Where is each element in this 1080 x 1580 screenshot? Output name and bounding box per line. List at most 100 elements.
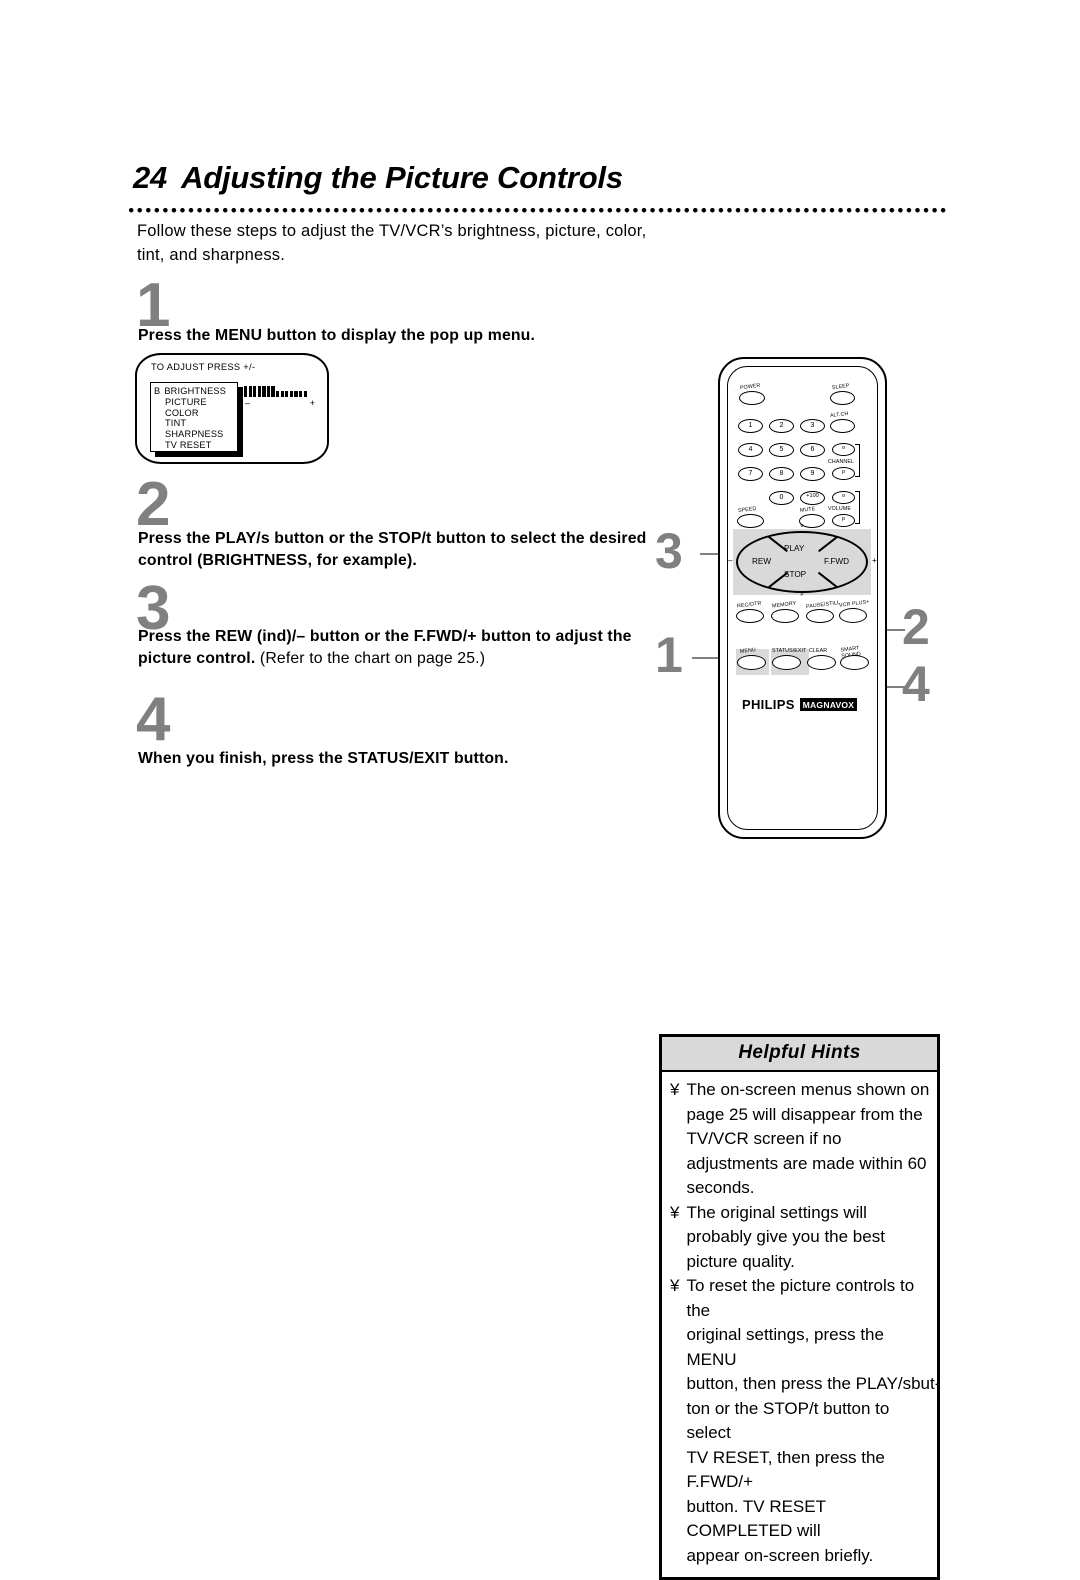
key-3-label: 3 (810, 422, 815, 429)
page-number: 24 (133, 160, 168, 195)
page-title: 24 Adjusting the Picture Controls (133, 160, 953, 196)
step-text-3-note: (Refer to the chart on page 25.) (259, 650, 486, 667)
osd-menu: B BRIGHTNESS PICTURE COLOR TINT SHARPNESS… (150, 382, 238, 452)
vcr-plus-button[interactable] (839, 608, 867, 623)
nav-up-label: o (800, 523, 804, 529)
key-0-label: 0 (779, 494, 784, 501)
key-1-label: 1 (748, 422, 753, 429)
channel-bracket-top (855, 444, 860, 446)
gauge-bar-filled (253, 386, 257, 397)
nav-ffwd-label[interactable]: F.FWD (824, 557, 849, 566)
callout-4: 4 (902, 656, 930, 712)
pause-still-button[interactable] (806, 609, 834, 623)
key-6-label: 6 (810, 446, 815, 453)
gauge-bar-filled (248, 386, 252, 397)
gauge-bar-filled (262, 386, 266, 397)
step-text-1: Press the MENU button to display the pop… (138, 327, 536, 344)
memory-button[interactable] (771, 609, 799, 623)
gauge-bar-empty (298, 391, 303, 397)
gauge-bar-filled (244, 386, 248, 397)
hint3-line-7: button. TV RESET COMPLETED will (686, 1496, 826, 1541)
step-text-2: Press the PLAY/s button or the STOP/t bu… (138, 530, 647, 569)
tv-screen-illustration: TO ADJUST PRESS +/- B BRIGHTNESS PICTURE … (135, 353, 329, 464)
hint-text-1: The on-screen menus shown on page 25 wil… (686, 1080, 930, 1197)
hint3-line-6: TV RESET, then press the F.FWD/+ (686, 1447, 885, 1492)
intro-paragraph: Follow these steps to adjust the TV/VCR’… (137, 222, 647, 264)
channel-bracket (859, 444, 861, 477)
key-4-label: 4 (748, 446, 753, 453)
key-plus-100-label: +100 (806, 493, 819, 499)
gauge-bar-empty (280, 391, 284, 397)
gauge-bar-empty (285, 391, 289, 397)
callout-1: 1 (655, 627, 683, 683)
title-divider (128, 207, 946, 214)
clear-button[interactable] (807, 655, 836, 670)
smart-sound-button[interactable] (840, 655, 869, 670)
gauge-bar-filled (257, 386, 261, 397)
hint3-line-3: button, then press the PLAY/s (686, 1374, 912, 1393)
power-button[interactable] (739, 391, 765, 405)
gauge-bar-empty (289, 391, 293, 397)
alt-ch-button[interactable] (830, 419, 855, 433)
osd-item-picture: PICTURE (165, 396, 207, 407)
osd-gauge-ends: – + (244, 398, 316, 408)
hint-bullet-icon: ¥ (670, 1202, 680, 1222)
gauge-bar-empty (294, 391, 298, 397)
hint-text-2: The original settings will probably give… (686, 1202, 885, 1271)
nav-rew-label[interactable]: REW (752, 557, 771, 566)
hint-bullet-icon: ¥ (670, 1080, 680, 1099)
label-status-exit: STATUS/EXIT (772, 647, 807, 655)
nav-cluster: PLAY STOP REW F.FWD (736, 531, 868, 593)
step-text-3: Press the REW (ind)/– button or the F.FW… (138, 626, 658, 670)
osd-gauge-plus: + (309, 398, 315, 408)
label-volume: VOLUME (828, 505, 851, 513)
step-text-4: When you finish, press the STATUS/EXIT b… (138, 750, 509, 767)
helpful-hints-title: Helpful Hints (662, 1037, 937, 1072)
remote-control-illustration: POWER SLEEP ALT.CH 1 2 3 4 5 6 o CHANNEL… (718, 357, 887, 839)
osd-gauge: – + (244, 386, 316, 408)
nav-minus-label: – (728, 555, 733, 566)
osd-item-color: COLOR (165, 407, 199, 418)
speed-button[interactable] (737, 514, 764, 528)
key-2-label: 2 (779, 422, 784, 429)
osd-caption: TO ADJUST PRESS +/- (151, 362, 256, 372)
key-7-label: 7 (748, 470, 753, 477)
page-title-text: Adjusting the Picture Controls (181, 160, 623, 195)
brand-magnavox: MAGNAVOX (799, 698, 858, 711)
volume-up-label: o (841, 493, 846, 499)
hint3-line-8: appear on-screen briefly. (686, 1545, 874, 1565)
key-8-label: 8 (779, 470, 784, 477)
channel-up-label: o (841, 445, 846, 451)
gauge-bar-empty (276, 391, 280, 397)
label-channel: CHANNEL (828, 458, 855, 466)
hint3-line-5: ton or the STOP/t button to select (686, 1398, 890, 1443)
gauge-bar-empty (303, 391, 307, 397)
menu-button[interactable] (737, 655, 766, 670)
helpful-hints-box: Helpful Hints ¥ The on-screen menus show… (659, 1034, 940, 1580)
brand-logo: PHILIPS MAGNAVOX (742, 697, 858, 712)
osd-item-brightness: B BRIGHTNESS (154, 386, 237, 397)
brand-philips: PHILIPS (742, 697, 795, 712)
osd-item-tint: TINT (165, 418, 187, 429)
hint3-line-3-stray: but- (911, 1374, 941, 1393)
rec-otr-button[interactable] (736, 609, 764, 623)
manual-page: 24 Adjusting the Picture Controls Follow… (0, 0, 1080, 1580)
callout-2: 2 (902, 599, 930, 655)
osd-item-tv-reset: TV RESET (165, 439, 212, 450)
sleep-button[interactable] (830, 391, 855, 405)
callout-3: 3 (655, 523, 683, 579)
status-exit-button[interactable] (772, 655, 801, 670)
step-number-2: 2 (136, 470, 170, 539)
volume-bracket (859, 491, 861, 524)
osd-label-brightness: BRIGHTNESS (164, 386, 227, 396)
key-5-label: 5 (779, 446, 784, 453)
label-clear: CLEAR (809, 647, 828, 655)
hint-text-3: To reset the picture controls to the ori… (686, 1274, 940, 1568)
key-9-label: 9 (810, 470, 815, 477)
hint-item: ¥ The on-screen menus shown on page 25 w… (670, 1078, 932, 1201)
volume-bracket-top (855, 491, 860, 493)
nav-down-label: p (800, 591, 804, 597)
step-number-4: 4 (136, 685, 170, 754)
hint-item: ¥ To reset the picture controls to the o… (670, 1274, 940, 1568)
gauge-bar-filled (271, 386, 275, 397)
